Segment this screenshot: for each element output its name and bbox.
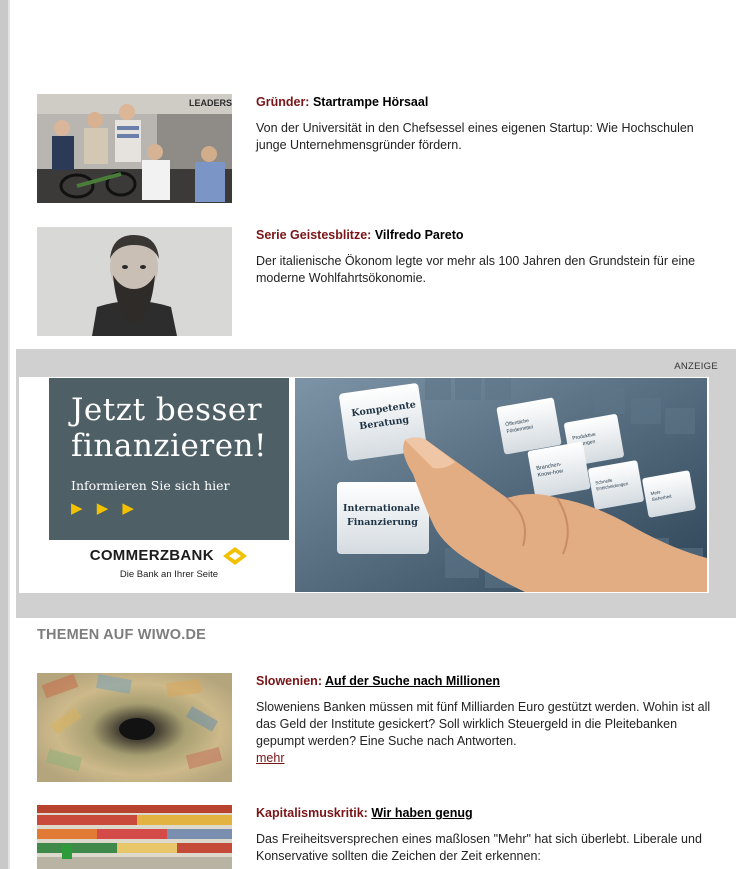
ad-headline-line1: Jetzt besser bbox=[71, 392, 263, 428]
commerzbank-banner[interactable]: Jetzt besser finanzieren! Informieren Si… bbox=[19, 377, 709, 593]
article-title-link[interactable]: Auf der Suche nach Millionen bbox=[325, 674, 500, 688]
ad-headline-line2: finanzieren! bbox=[71, 428, 267, 464]
article-kicker: Gründer: bbox=[256, 95, 310, 109]
commerzbank-logo[interactable]: COMMERZBANK Die Bank an Ihrer Seite bbox=[49, 546, 289, 580]
brand-name: COMMERZBANK bbox=[89, 547, 214, 565]
svg-text:Finanzierung: Finanzierung bbox=[347, 517, 418, 528]
article-text: Serie Geistesblitze: Vilfredo Pareto Der… bbox=[256, 227, 726, 287]
svg-text:Internationale: Internationale bbox=[343, 503, 420, 514]
article-teaser: Von der Universität in den Chefsessel ei… bbox=[256, 121, 694, 152]
article-image-supermarket[interactable] bbox=[37, 805, 232, 869]
article-kicker: Kapitalismuskritik: bbox=[256, 806, 368, 820]
ad-subline: Informieren Sie sich hier bbox=[71, 478, 230, 493]
image-wall-text: LEADERS bbox=[189, 98, 232, 108]
more-link[interactable]: mehr bbox=[256, 750, 726, 767]
article-headline[interactable]: Kapitalismuskritik: Wir haben genug bbox=[256, 805, 726, 822]
article-kicker: Slowenien: bbox=[256, 674, 322, 688]
advertisement-band: ANZEIGE Jetzt besser finanzieren! Inform… bbox=[16, 349, 736, 618]
ad-headline-panel[interactable]: Jetzt besser finanzieren! Informieren Si… bbox=[49, 378, 289, 540]
article-teaser: Der italienische Ökonom legte vor mehr a… bbox=[256, 254, 696, 285]
article-image-money-vortex[interactable] bbox=[37, 673, 232, 782]
section-title-themen: THEMEN AUF WIWO.DE bbox=[37, 627, 206, 643]
article-kicker: Serie Geistesblitze: bbox=[256, 228, 372, 242]
article-teaser: Das Freiheitsversprechen eines maßlosen … bbox=[256, 832, 702, 863]
ad-arrows-icon: ▶ ▶ ▶ bbox=[71, 500, 139, 517]
article-text: Kapitalismuskritik: Wir haben genug Das … bbox=[256, 805, 726, 865]
ad-keyboard-image[interactable]: Kompetente Beratung Internationale Finan… bbox=[295, 378, 707, 592]
article-headline[interactable]: Slowenien: Auf der Suche nach Millionen bbox=[256, 673, 726, 690]
article-headline[interactable]: Gründer: Startrampe Hörsaal bbox=[256, 94, 726, 111]
article-title[interactable]: Startrampe Hörsaal bbox=[313, 95, 428, 109]
page-left-border bbox=[0, 0, 10, 869]
brand-tagline: Die Bank an Ihrer Seite bbox=[119, 569, 219, 580]
article-image-portrait[interactable] bbox=[37, 227, 232, 336]
commerzbank-ribbon-icon bbox=[223, 547, 248, 565]
article-text: Gründer: Startrampe Hörsaal Von der Univ… bbox=[256, 94, 726, 154]
article-title-link[interactable]: Wir haben genug bbox=[371, 806, 472, 820]
article-title[interactable]: Vilfredo Pareto bbox=[375, 228, 464, 242]
article-teaser: Sloweniens Banken müssen mit fünf Millia… bbox=[256, 700, 711, 748]
ad-label: ANZEIGE bbox=[674, 361, 718, 372]
article-image-founders[interactable]: LEADERS bbox=[37, 94, 232, 203]
article-headline[interactable]: Serie Geistesblitze: Vilfredo Pareto bbox=[256, 227, 726, 244]
article-text: Slowenien: Auf der Suche nach Millionen … bbox=[256, 673, 726, 767]
